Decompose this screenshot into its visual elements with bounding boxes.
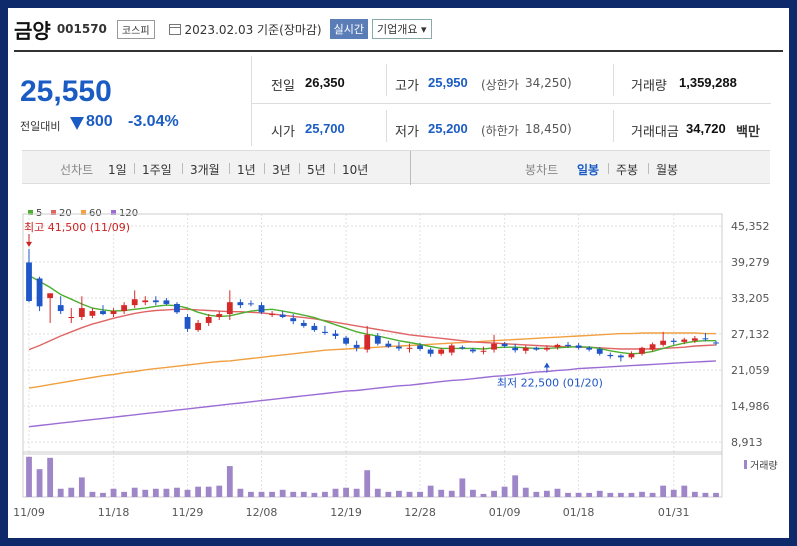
- section-divider: [410, 151, 411, 185]
- stock-code: 001570: [56, 22, 107, 36]
- candle-monthly[interactable]: 월봉: [656, 161, 678, 178]
- period-10y[interactable]: 10년: [342, 161, 368, 178]
- stock-header: 금양 001570 코스피 2023.02.03 기준(장마감) 실시간 기업개…: [14, 14, 432, 44]
- low-value: 25,200: [428, 121, 468, 136]
- period-divider: [134, 163, 135, 174]
- period-1y[interactable]: 1년: [237, 161, 256, 178]
- stock-name[interactable]: 금양: [14, 15, 51, 44]
- period-1w[interactable]: 1주일: [142, 161, 172, 178]
- stats-divider: [613, 110, 614, 142]
- stats-divider: [613, 64, 614, 96]
- period-3m[interactable]: 3개월: [190, 161, 220, 178]
- period-divider: [608, 163, 609, 174]
- prev-close-value: 26,350: [305, 75, 345, 90]
- stats-divider: [251, 103, 771, 104]
- open-value: 25,700: [305, 121, 345, 136]
- price-change-percent: -3.04%: [128, 113, 179, 130]
- period-selector: 선차트 1일 1주일 3개월 1년 3년 5년 10년 봉차트 일봉 주봉 월봉: [22, 150, 770, 185]
- volume-value: 1,359,288: [679, 75, 737, 90]
- candle-weekly[interactable]: 주봉: [616, 161, 638, 178]
- lower-limit-label: (하한가: [481, 124, 519, 138]
- change-label: 전일대비: [20, 120, 61, 133]
- turnover-unit: 백만: [736, 125, 760, 140]
- low-label: 저가: [395, 125, 419, 140]
- period-5y[interactable]: 5년: [307, 161, 326, 178]
- candle-daily[interactable]: 일봉: [577, 161, 599, 178]
- high-label: 고가: [395, 79, 419, 94]
- period-divider: [334, 163, 335, 174]
- turnover-value: 34,720: [686, 121, 726, 136]
- stats-divider: [386, 110, 387, 142]
- current-price: 25,550: [20, 75, 112, 108]
- period-1d[interactable]: 1일: [108, 161, 127, 178]
- company-overview-dropdown[interactable]: 기업개요 ▾: [372, 19, 432, 39]
- market-badge: 코스피: [116, 19, 155, 39]
- volume-label: 거래량: [631, 79, 667, 94]
- lower-limit-value: 18,450): [525, 122, 572, 136]
- period-3y[interactable]: 3년: [272, 161, 291, 178]
- down-arrow-icon: [70, 117, 84, 130]
- upper-limit-value: 34,250): [525, 76, 572, 90]
- candle-chart-label: 봉차트: [525, 163, 559, 177]
- period-divider: [299, 163, 300, 174]
- open-label: 시가: [271, 125, 295, 140]
- header-divider: [14, 50, 783, 52]
- period-divider: [182, 163, 183, 174]
- period-divider: [648, 163, 649, 174]
- turnover-label: 거래대금: [631, 125, 679, 140]
- high-value: 25,950: [428, 75, 468, 90]
- price-summary: 25,550 전일대비 800 -3.04%: [14, 53, 251, 146]
- period-divider: [264, 163, 265, 174]
- upper-limit-label: (상한가: [481, 78, 519, 92]
- stats-divider: [251, 56, 252, 146]
- period-divider: [229, 163, 230, 174]
- prev-close-label: 전일: [271, 79, 295, 94]
- line-chart-label: 선차트: [60, 163, 94, 177]
- stats-divider: [386, 64, 387, 96]
- date-text: 2023.02.03 기준(장마감): [184, 22, 322, 37]
- realtime-button[interactable]: 실시간: [329, 19, 368, 39]
- calendar-icon: [168, 23, 181, 35]
- price-change: 800: [86, 113, 113, 130]
